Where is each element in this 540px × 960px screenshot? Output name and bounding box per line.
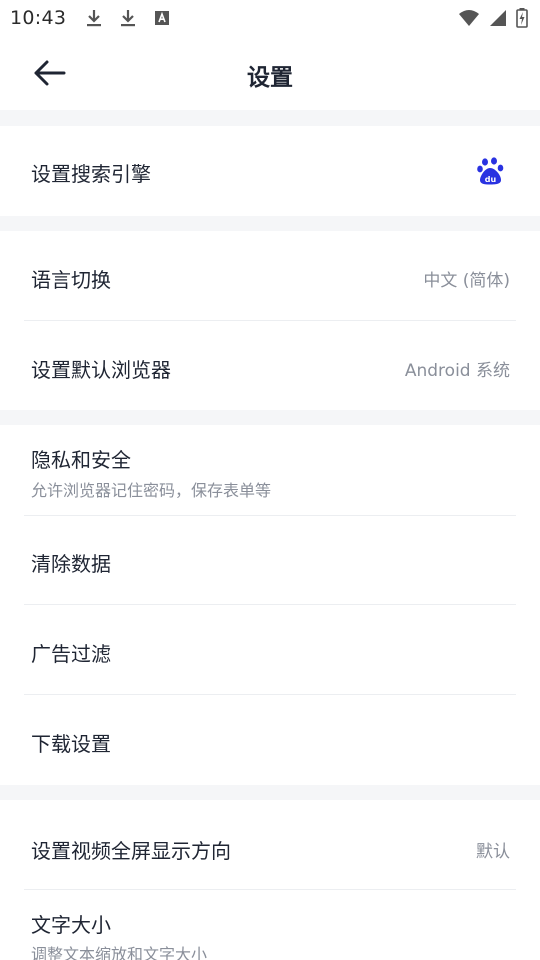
font-a-icon	[155, 11, 170, 25]
privacy-security-setting[interactable]: 隐私和安全 允许浏览器记住密码，保存表单等	[0, 425, 540, 515]
baidu-paw-icon: du	[477, 157, 504, 185]
wifi-icon	[459, 10, 479, 26]
app-bar: 设置	[0, 36, 540, 110]
notification-icons	[84, 8, 172, 28]
video-fullscreen-setting[interactable]: 设置视频全屏显示方向 默认	[0, 800, 540, 889]
status-time: 10:43	[10, 7, 67, 29]
setting-label: 文字大小	[31, 913, 111, 937]
setting-subtitle: 调整文本缩放和文字大小	[31, 945, 208, 960]
ad-filter-setting[interactable]: 广告过滤	[0, 605, 540, 694]
setting-label: 广告过滤	[31, 642, 111, 666]
section-divider	[0, 785, 540, 800]
system-icons	[458, 8, 528, 28]
text-size-setting[interactable]: 文字大小 调整文本缩放和文字大小	[0, 890, 540, 960]
setting-subtitle: 允许浏览器记住密码，保存表单等	[31, 481, 272, 500]
setting-label: 隐私和安全	[31, 448, 131, 472]
baidu-du-text: du	[485, 175, 497, 184]
battery-charging-icon	[516, 8, 528, 28]
setting-label: 设置搜索引擎	[31, 162, 151, 186]
search-engine-setting[interactable]: 设置搜索引擎 du	[0, 126, 540, 216]
setting-label: 下载设置	[31, 732, 111, 756]
clear-data-setting[interactable]: 清除数据	[0, 516, 540, 604]
setting-value: 中文 (简体)	[423, 271, 510, 291]
setting-label: 清除数据	[31, 552, 111, 576]
download-icon	[121, 10, 136, 27]
setting-label: 设置视频全屏显示方向	[31, 839, 231, 863]
page-title: 设置	[247, 65, 293, 91]
setting-value: 默认	[476, 842, 510, 862]
section-divider	[0, 110, 540, 126]
signal-icon	[490, 10, 506, 26]
setting-label: 设置默认浏览器	[31, 358, 171, 382]
default-browser-setting[interactable]: 设置默认浏览器 Android 系统	[0, 321, 540, 410]
download-setting[interactable]: 下载设置	[0, 695, 540, 785]
setting-value: Android 系统	[404, 361, 510, 381]
section-divider	[0, 410, 540, 425]
status-bar: 10:43	[0, 0, 540, 36]
download-icon	[87, 10, 102, 27]
language-setting[interactable]: 语言切换 中文 (简体)	[0, 231, 540, 320]
section-divider	[0, 216, 540, 231]
setting-label: 语言切换	[31, 268, 111, 292]
